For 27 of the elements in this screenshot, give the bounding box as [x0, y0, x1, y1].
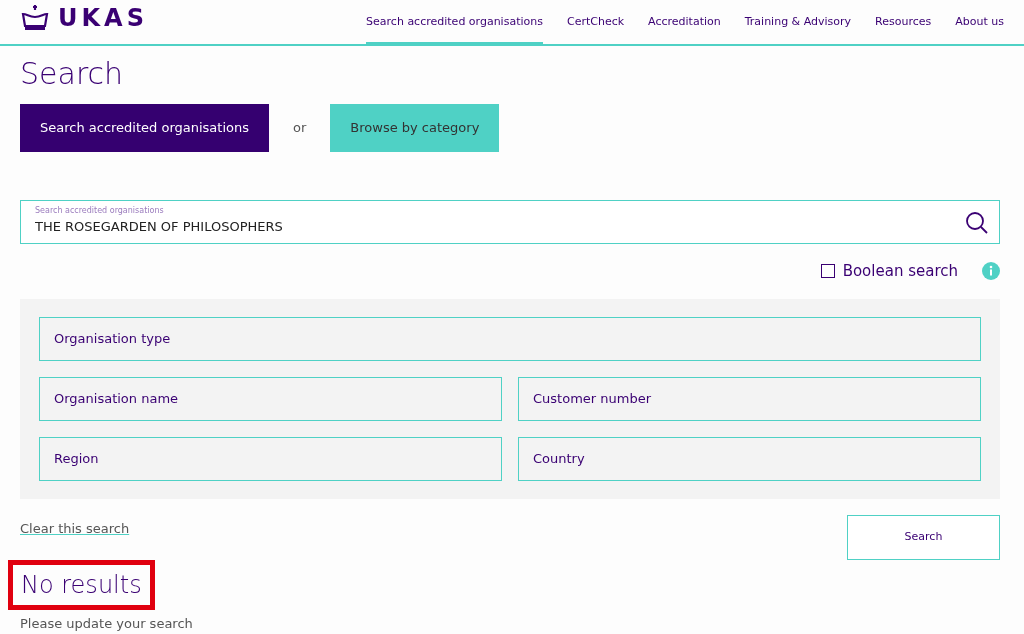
clear-search-link[interactable]: Clear this search: [20, 518, 130, 538]
results-message: Please update your search: [20, 615, 194, 634]
results-heading: No results: [21, 570, 142, 600]
nav-link[interactable]: Search accredited organisations: [366, 0, 543, 46]
search-input[interactable]: THE ROSEGARDEN OF PHILOSOPHERS: [35, 217, 890, 237]
field-label: Search accredited organisations: [35, 205, 165, 217]
checkbox[interactable]: [820, 264, 835, 279]
filter-field[interactable]: Organisation name: [39, 376, 502, 421]
filter-field[interactable]: Country: [518, 436, 981, 481]
filter-field[interactable]: Customer number: [518, 376, 981, 421]
search-button[interactable]: Search: [847, 514, 1000, 560]
crown-logo-icon: [20, 4, 50, 32]
mode-tab[interactable]: Browse by category: [330, 104, 500, 152]
nav-link[interactable]: Training & Advisory: [744, 0, 852, 46]
checkbox-label[interactable]: Boolean search: [842, 260, 958, 283]
filter-field[interactable]: Region: [39, 436, 502, 481]
nav-link[interactable]: About us: [955, 0, 1004, 46]
search-icon: [965, 211, 989, 235]
nav-link[interactable]: Accreditation: [648, 0, 721, 46]
filter-field[interactable]: Organisation type: [39, 316, 981, 361]
mode-tab[interactable]: Search accredited organisations: [20, 104, 269, 152]
search-field[interactable]: Search accredited organisations THE ROSEGARDEN OF PHILOSOPHERS: [20, 200, 1000, 244]
nav-link[interactable]: CertCheck: [566, 0, 625, 46]
page-title: Search: [20, 56, 125, 92]
nav-link[interactable]: Resources: [875, 0, 932, 46]
or-text: or: [293, 119, 307, 138]
logo-text: UKAS: [58, 3, 148, 34]
